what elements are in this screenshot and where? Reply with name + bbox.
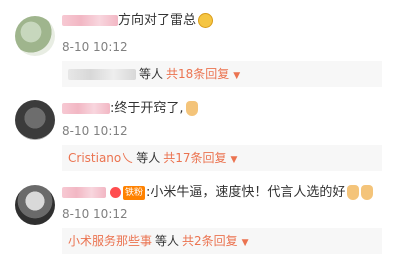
thumbs-up-emoji-icon	[185, 101, 198, 116]
username-blurred[interactable]	[62, 103, 110, 114]
thumbs-up-emoji-icon	[347, 185, 360, 200]
avatar[interactable]	[15, 100, 55, 140]
reply-count-link[interactable]: 共18条回复	[166, 67, 229, 81]
reply-username-blurred[interactable]	[68, 69, 136, 80]
avatar[interactable]	[15, 185, 55, 225]
comment-item: 方向对了雷总 8-10 10:12 等人 共18条回复 ▼	[0, 0, 399, 90]
comment-text: :终于开窍了,	[110, 101, 184, 116]
username-blurred[interactable]	[62, 15, 118, 26]
username-blurred[interactable]	[62, 187, 106, 198]
comment-line: 方向对了雷总	[62, 11, 214, 31]
comment-text: 方向对了雷总	[118, 13, 197, 28]
reply-username[interactable]: 小术服务那些事	[68, 234, 152, 248]
thumbs-up-emoji-icon	[361, 185, 374, 200]
comment-item: :终于开窍了, 8-10 10:12 Cristiano乀 等人 共17条回复 ▼	[0, 90, 399, 175]
reply-summary[interactable]: Cristiano乀 等人 共17条回复 ▼	[62, 145, 382, 171]
reply-count-link[interactable]: 共17条回复	[163, 151, 226, 165]
comment-time: 8-10 10:12	[62, 124, 128, 138]
reply-username[interactable]: Cristiano乀	[68, 151, 133, 165]
comment-time: 8-10 10:12	[62, 207, 128, 221]
reply-others-label: 等人	[139, 67, 164, 81]
reply-others-label: 等人	[155, 234, 180, 248]
comment-line: :终于开窍了,	[62, 99, 198, 119]
comment-text: :小米牛逼，速度快！代言人选的好	[146, 185, 346, 200]
avatar[interactable]	[15, 16, 55, 56]
reply-summary[interactable]: 等人 共18条回复 ▼	[62, 61, 382, 87]
cat-face-emoji-icon	[198, 13, 214, 28]
chevron-down-icon[interactable]: ▼	[231, 155, 238, 165]
chevron-down-icon[interactable]: ▼	[233, 71, 240, 81]
comment-time: 8-10 10:12	[62, 40, 128, 54]
reply-others-label: 等人	[136, 151, 161, 165]
chevron-down-icon[interactable]: ▼	[242, 238, 249, 248]
comment-line: 铁粉:小米牛逼，速度快！代言人选的好	[62, 183, 374, 203]
reply-count-link[interactable]: 共2条回复	[182, 234, 238, 248]
fan-badge: 铁粉	[123, 185, 146, 200]
heart-icon	[110, 187, 121, 198]
comment-item: 铁粉:小米牛逼，速度快！代言人选的好 8-10 10:12 小术服务那些事 等人共…	[0, 175, 399, 254]
reply-summary[interactable]: 小术服务那些事 等人 共2条回复 ▼	[62, 228, 382, 254]
